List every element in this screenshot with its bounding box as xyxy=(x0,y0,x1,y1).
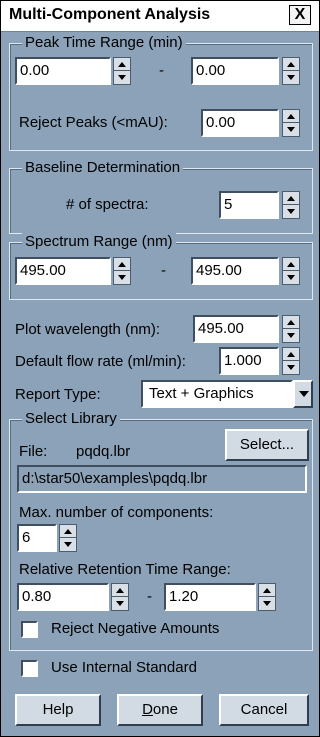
spectrum-end-input[interactable]: 495.00 xyxy=(191,257,279,285)
spin-down-icon[interactable] xyxy=(114,71,130,84)
close-button[interactable]: X xyxy=(289,5,311,25)
spin-up-icon[interactable] xyxy=(283,58,299,71)
spin-up-icon[interactable] xyxy=(283,316,299,329)
spectra-count-label: # of spectra: xyxy=(66,196,149,213)
spin-up-icon[interactable] xyxy=(283,258,299,271)
reject-negative-label: Reject Negative Amounts xyxy=(51,620,220,637)
plot-wavelength-label: Plot wavelength (nm): xyxy=(15,321,161,338)
flow-rate-spinner[interactable] xyxy=(282,347,300,375)
spectrum-start-input[interactable]: 495.00 xyxy=(15,257,111,285)
flow-rate-input[interactable]: 1.000 xyxy=(219,347,279,375)
plot-wavelength-input[interactable]: 495.00 xyxy=(193,315,279,343)
report-type-select[interactable]: Text + Graphics xyxy=(141,380,293,408)
spin-down-icon[interactable] xyxy=(283,361,299,374)
max-components-label: Max. number of components: xyxy=(19,504,214,521)
peak-time-start-spinner[interactable] xyxy=(113,57,131,85)
rrt-start-input[interactable]: 0.80 xyxy=(17,583,109,611)
spin-up-icon[interactable] xyxy=(114,258,130,271)
rrt-end-input[interactable]: 1.20 xyxy=(164,583,256,611)
spin-down-icon[interactable] xyxy=(283,271,299,284)
select-library-legend: Select Library xyxy=(22,410,120,428)
help-button[interactable]: Help xyxy=(15,694,101,726)
window-title: Multi-Component Analysis xyxy=(9,6,211,23)
peak-time-start-input[interactable]: 0.00 xyxy=(15,57,111,85)
spin-down-icon[interactable] xyxy=(259,597,275,610)
spin-down-icon[interactable] xyxy=(283,71,299,84)
max-components-spinner[interactable] xyxy=(59,524,77,552)
spectra-count-input[interactable]: 5 xyxy=(219,191,279,219)
reject-negative-checkbox[interactable] xyxy=(21,621,38,638)
spectrum-range-legend: Spectrum Range (nm) xyxy=(22,233,176,251)
report-type-label: Report Type: xyxy=(15,386,101,403)
max-components-input[interactable]: 6 xyxy=(17,524,57,552)
spin-up-icon[interactable] xyxy=(114,58,130,71)
rrt-label: Relative Retention Time Range: xyxy=(19,561,231,578)
done-button-mnemonic: D xyxy=(142,701,153,718)
reject-peaks-spinner[interactable] xyxy=(282,109,300,137)
spin-down-icon[interactable] xyxy=(112,597,128,610)
done-button[interactable]: Done xyxy=(117,694,203,726)
cancel-button[interactable]: Cancel xyxy=(219,694,309,726)
reject-peaks-label: Reject Peaks (<mAU): xyxy=(19,114,168,131)
select-library-button[interactable]: Select... xyxy=(225,429,309,461)
chevron-down-icon[interactable] xyxy=(293,380,313,408)
spin-up-icon[interactable] xyxy=(259,584,275,597)
file-name: pqdq.lbr xyxy=(76,443,131,460)
title-bar[interactable]: Multi-Component Analysis X xyxy=(1,1,319,32)
spin-up-icon[interactable] xyxy=(283,348,299,361)
spin-down-icon[interactable] xyxy=(283,123,299,136)
reject-peaks-input[interactable]: 0.00 xyxy=(201,109,279,137)
library-path-field: d:\star50\examples\pqdq.lbr xyxy=(17,465,307,493)
spin-up-icon[interactable] xyxy=(283,110,299,123)
spin-up-icon[interactable] xyxy=(283,192,299,205)
peak-time-end-input[interactable]: 0.00 xyxy=(191,57,279,85)
flow-rate-label: Default flow rate (ml/min): xyxy=(15,353,186,370)
spin-down-icon[interactable] xyxy=(60,538,76,551)
rrt-dash: - xyxy=(147,588,152,605)
done-button-rest: one xyxy=(152,701,178,718)
spectra-count-spinner[interactable] xyxy=(282,191,300,219)
peak-time-end-spinner[interactable] xyxy=(282,57,300,85)
internal-standard-checkbox[interactable] xyxy=(21,660,38,677)
dialog-window: Multi-Component Analysis X Peak Time Ran… xyxy=(0,0,320,737)
baseline-legend: Baseline Determination xyxy=(22,159,184,177)
spectrum-dash: - xyxy=(161,262,166,279)
internal-standard-label: Use Internal Standard xyxy=(51,659,197,676)
file-label: File: xyxy=(19,443,48,460)
peak-time-legend: Peak Time Range (min) xyxy=(22,34,186,52)
rrt-start-spinner[interactable] xyxy=(111,583,129,611)
spin-up-icon[interactable] xyxy=(112,584,128,597)
spin-down-icon[interactable] xyxy=(283,205,299,218)
spin-down-icon[interactable] xyxy=(114,271,130,284)
plot-wavelength-spinner[interactable] xyxy=(282,315,300,343)
spin-down-icon[interactable] xyxy=(283,329,299,342)
rrt-end-spinner[interactable] xyxy=(258,583,276,611)
spin-up-icon[interactable] xyxy=(60,525,76,538)
peak-time-dash: - xyxy=(159,62,164,79)
spectrum-start-spinner[interactable] xyxy=(113,257,131,285)
spectrum-end-spinner[interactable] xyxy=(282,257,300,285)
